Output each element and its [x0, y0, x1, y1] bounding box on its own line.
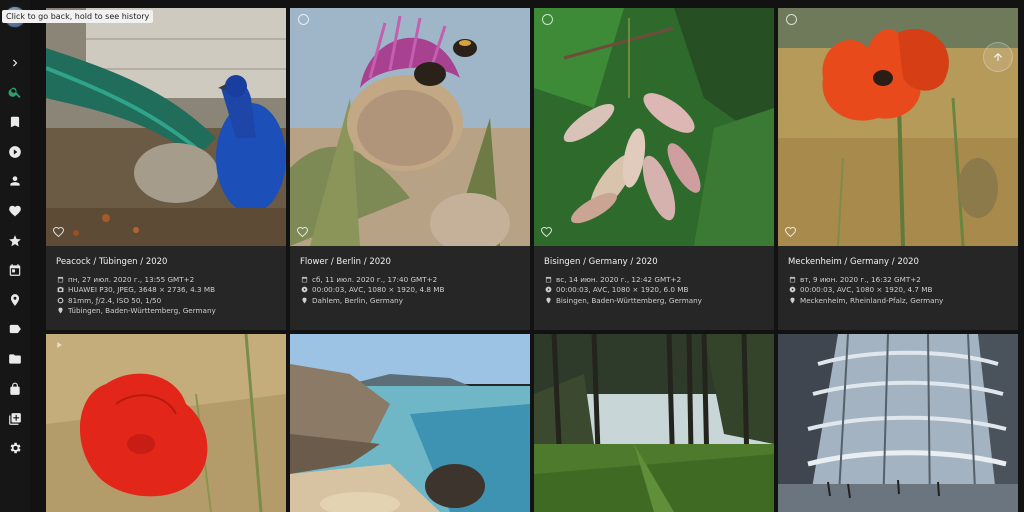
photo-card[interactable]: [778, 334, 1018, 512]
location-pin-icon[interactable]: [6, 291, 24, 309]
calendar-icon[interactable]: [6, 261, 24, 279]
calendar-icon: [788, 275, 797, 283]
photo-lens-info: 81mm, ƒ/2.4, ISO 50, 1/50: [68, 295, 162, 305]
photo-date[interactable]: вт, 9 июн. 2020 г., 16:32 GMT+2: [800, 275, 921, 284]
photo-location[interactable]: Meckenheim, Rheinland-Pfalz, Germany: [800, 296, 943, 305]
photo-date[interactable]: сб, 11 июл. 2020 г., 17:40 GMT+2: [312, 275, 437, 284]
location-pin-icon: [544, 296, 553, 304]
photo-info: Peacock / Tübingen / 2020 пн, 27 июл. 20…: [46, 246, 286, 330]
photo-info: Bisingen / Germany / 2020 вс, 14 июн. 20…: [534, 246, 774, 330]
play-circle-icon: [788, 286, 797, 294]
select-ring-icon[interactable]: [786, 14, 797, 25]
location-pin-icon: [788, 296, 797, 304]
photo-date[interactable]: пн, 27 июл. 2020 г., 13:55 GMT+2: [68, 275, 194, 284]
play-icon: [54, 340, 64, 350]
photo-card[interactable]: Peacock / Tübingen / 2020 пн, 27 июл. 20…: [46, 8, 286, 330]
label-icon[interactable]: [6, 320, 24, 338]
photo-grid: Peacock / Tübingen / 2020 пн, 27 июл. 20…: [40, 0, 1024, 512]
photo-card[interactable]: [290, 334, 530, 512]
photo-card[interactable]: Meckenheim / Germany / 2020 вт, 9 июн. 2…: [778, 8, 1018, 330]
video-info: 00:00:03, AVC, 1080 × 1920, 4.8 MB: [312, 285, 445, 295]
photo-card[interactable]: Bisingen / Germany / 2020 вс, 14 июн. 20…: [534, 8, 774, 330]
photo-title[interactable]: Meckenheim / Germany / 2020: [788, 257, 1008, 267]
library-icon[interactable]: [6, 410, 24, 428]
photo-location[interactable]: Tübingen, Baden-Württemberg, Germany: [68, 306, 216, 315]
favorite-heart-icon[interactable]: [540, 226, 553, 238]
photo-thumbnail[interactable]: [290, 8, 530, 246]
photo-thumbnail[interactable]: [534, 334, 774, 512]
photo-thumbnail[interactable]: [778, 334, 1018, 512]
heart-icon[interactable]: [6, 202, 24, 220]
photo-location[interactable]: Dahlem, Berlin, Germany: [312, 296, 403, 305]
video-info: 00:00:03, AVC, 1080 × 1920, 4.7 MB: [800, 285, 933, 295]
favorite-heart-icon[interactable]: [784, 226, 797, 238]
photo-thumbnail[interactable]: [778, 8, 1018, 246]
location-pin-icon: [56, 307, 65, 315]
bookmark-icon[interactable]: [6, 113, 24, 131]
select-ring-icon[interactable]: [298, 14, 309, 25]
camera-icon: [56, 286, 65, 294]
calendar-icon: [544, 275, 553, 283]
settings-icon[interactable]: [6, 439, 24, 457]
photo-thumbnail[interactable]: [46, 8, 286, 246]
person-icon[interactable]: [6, 172, 24, 190]
photo-card[interactable]: [534, 334, 774, 512]
arrow-up-icon: [994, 53, 1002, 61]
lens-icon: [56, 296, 65, 304]
photo-title[interactable]: Peacock / Tübingen / 2020: [56, 257, 276, 267]
calendar-icon: [56, 275, 65, 283]
sidebar-navigation: [0, 0, 30, 512]
play-icon[interactable]: [6, 143, 24, 161]
photo-card[interactable]: Flower / Berlin / 2020 сб, 11 июл. 2020 …: [290, 8, 530, 330]
photo-title[interactable]: Flower / Berlin / 2020: [300, 257, 520, 267]
play-circle-icon: [544, 286, 553, 294]
star-icon[interactable]: [6, 232, 24, 250]
photo-info: Meckenheim / Germany / 2020 вт, 9 июн. 2…: [778, 246, 1018, 330]
favorite-heart-icon[interactable]: [296, 226, 309, 238]
photo-camera-info: HUAWEI P30, JPEG, 3648 × 2736, 4.3 MB: [68, 285, 216, 295]
folder-icon[interactable]: [6, 350, 24, 368]
calendar-icon: [300, 275, 309, 283]
select-ring-icon[interactable]: [542, 14, 553, 25]
back-button-tooltip: Click to go back, hold to see history: [2, 10, 154, 23]
photo-thumbnail[interactable]: [534, 8, 774, 246]
photo-thumbnail[interactable]: [46, 334, 286, 512]
lock-icon[interactable]: [6, 380, 24, 398]
location-pin-icon: [300, 296, 309, 304]
photo-info: Flower / Berlin / 2020 сб, 11 июл. 2020 …: [290, 246, 530, 330]
photo-thumbnail[interactable]: [290, 334, 530, 512]
photo-location[interactable]: Bisingen, Baden-Württemberg, Germany: [556, 296, 702, 305]
video-info: 00:00:03, AVC, 1080 × 1920, 6.0 MB: [556, 285, 689, 295]
scroll-to-top-button[interactable]: [983, 42, 1013, 72]
photo-card[interactable]: [46, 334, 286, 512]
favorite-heart-icon[interactable]: [52, 226, 65, 238]
chevron-right-icon[interactable]: [6, 54, 24, 72]
play-circle-icon: [300, 286, 309, 294]
photo-title[interactable]: Bisingen / Germany / 2020: [544, 257, 764, 267]
photo-date[interactable]: вс, 14 июн. 2020 г., 12:42 GMT+2: [556, 275, 681, 284]
search-icon[interactable]: [6, 83, 24, 101]
